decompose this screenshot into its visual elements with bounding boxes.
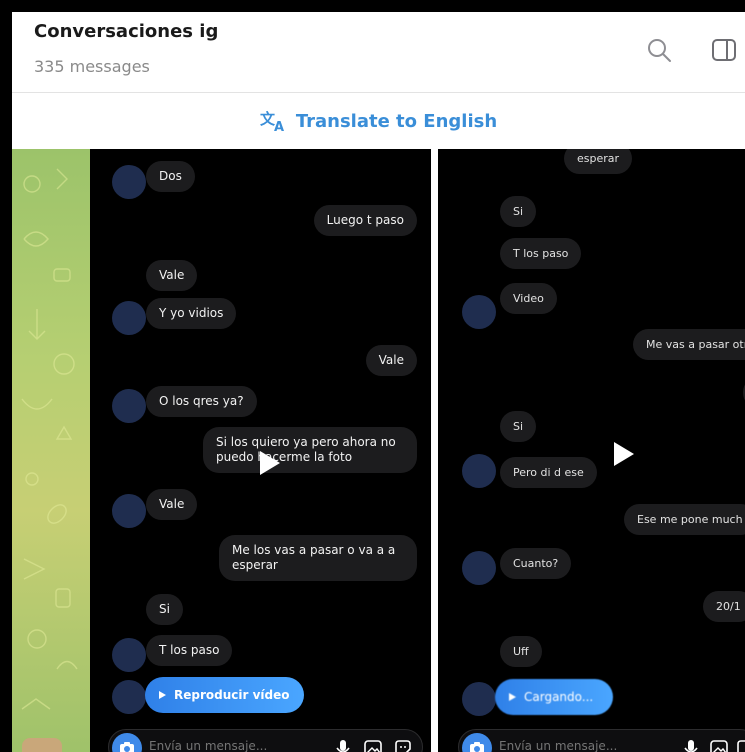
message-bubble[interactable]: Vale bbox=[146, 260, 198, 291]
image-icon[interactable] bbox=[363, 738, 383, 752]
search-icon[interactable] bbox=[645, 36, 673, 64]
message-bubble[interactable]: T los paso bbox=[500, 238, 582, 269]
message-bubble[interactable]: Me vas a pasar otr bbox=[633, 329, 745, 360]
message-input[interactable] bbox=[149, 739, 299, 752]
message-bubble[interactable]: Dos bbox=[146, 161, 195, 192]
sticker-icon[interactable] bbox=[735, 738, 745, 752]
message-bubble[interactable]: Me los vas a pasar o va a a esperar bbox=[219, 535, 417, 581]
message-bubble[interactable]: esperar bbox=[564, 149, 633, 174]
play-video-button[interactable]: Reproducir vídeo bbox=[145, 677, 304, 713]
message-bubble[interactable]: Si bbox=[500, 411, 537, 442]
right-chat-panel[interactable]: esperar Si T los paso Video Me vas a pas… bbox=[438, 149, 745, 752]
message-bubble[interactable]: Si los quiero ya pero ahora no puedo hac… bbox=[203, 427, 417, 473]
play-icon[interactable] bbox=[260, 451, 280, 475]
camera-button[interactable] bbox=[462, 733, 492, 752]
message-bubble[interactable]: Ese me pone much bbox=[624, 504, 745, 535]
camera-icon bbox=[120, 742, 134, 752]
contact-avatar[interactable] bbox=[462, 682, 496, 716]
loading-video-button[interactable]: Cargando... bbox=[495, 679, 613, 715]
message-composer[interactable] bbox=[458, 729, 745, 752]
contact-avatar[interactable] bbox=[112, 638, 146, 672]
message-bubble[interactable]: Vale bbox=[365, 345, 417, 376]
message-input[interactable] bbox=[499, 739, 619, 752]
camera-button[interactable] bbox=[112, 733, 142, 752]
message-composer[interactable] bbox=[108, 729, 423, 752]
message-bubble[interactable]: T los paso bbox=[146, 635, 233, 666]
svg-text:A: A bbox=[274, 120, 284, 133]
contact-avatar[interactable] bbox=[112, 494, 146, 528]
contact-avatar[interactable] bbox=[462, 295, 496, 329]
contact-avatar[interactable] bbox=[112, 680, 146, 714]
translate-icon: 文 A bbox=[260, 110, 284, 133]
message-bubble[interactable]: Si bbox=[500, 196, 537, 227]
message-bubble[interactable]: O los qres ya? bbox=[146, 386, 257, 417]
contact-avatar[interactable] bbox=[462, 454, 496, 488]
contact-avatar[interactable] bbox=[112, 165, 146, 199]
message-count: 335 messages bbox=[34, 57, 150, 76]
chat-header[interactable]: Conversaciones ig 335 messages bbox=[12, 12, 745, 92]
contact-avatar[interactable] bbox=[462, 551, 496, 585]
chat-content[interactable]: Dos Luego t paso Vale Y yo vidios Vale O… bbox=[12, 149, 745, 752]
message-bubble[interactable]: Pero di d ese bbox=[500, 457, 597, 488]
play-icon bbox=[159, 691, 166, 699]
message-bubble[interactable]: Cuanto? bbox=[500, 548, 572, 579]
image-icon[interactable] bbox=[709, 738, 729, 752]
message-bubble[interactable]: 20/1 bbox=[703, 591, 745, 622]
sidebar-toggle-icon[interactable] bbox=[710, 36, 738, 64]
message-bubble[interactable]: Y yo vidios bbox=[146, 298, 237, 329]
play-icon[interactable] bbox=[614, 442, 634, 466]
loading-video-label: Cargando... bbox=[524, 690, 594, 704]
image-separator bbox=[431, 149, 438, 752]
chat-title: Conversaciones ig bbox=[34, 21, 219, 42]
sticker-thumbnail bbox=[22, 738, 62, 752]
play-icon bbox=[509, 693, 516, 701]
contact-avatar[interactable] bbox=[112, 389, 146, 423]
microphone-icon[interactable] bbox=[681, 738, 701, 752]
doodle-pattern bbox=[21, 168, 78, 710]
sticker-icon[interactable] bbox=[393, 738, 413, 752]
message-bubble[interactable]: Uff bbox=[500, 636, 542, 667]
translate-bar[interactable]: 文 A Translate to English bbox=[12, 93, 745, 149]
message-bubble[interactable]: Vale bbox=[146, 489, 198, 520]
play-video-label: Reproducir vídeo bbox=[174, 688, 290, 702]
left-chat-panel[interactable]: Dos Luego t paso Vale Y yo vidios Vale O… bbox=[90, 149, 431, 752]
message-bubble[interactable]: Video bbox=[500, 283, 557, 314]
chat-wallpaper bbox=[12, 149, 90, 752]
camera-icon bbox=[470, 742, 484, 752]
contact-avatar[interactable] bbox=[112, 301, 146, 335]
message-bubble[interactable]: Luego t paso bbox=[313, 205, 417, 236]
microphone-icon[interactable] bbox=[333, 738, 353, 752]
telegram-window: Conversaciones ig 335 messages 文 A Trans… bbox=[12, 12, 745, 752]
translate-label: Translate to English bbox=[295, 110, 498, 132]
message-bubble[interactable]: Si bbox=[146, 594, 183, 625]
